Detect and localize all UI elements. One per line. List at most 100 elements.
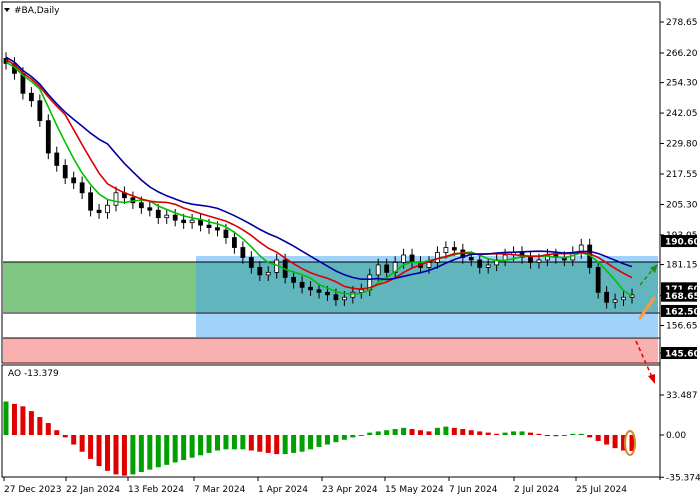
- ao-bar: [291, 435, 297, 453]
- ao-bar: [265, 435, 271, 453]
- candle-body: [232, 237, 237, 248]
- ao-bars: [3, 401, 635, 476]
- candle-body: [451, 247, 457, 251]
- ao-bar: [578, 433, 584, 435]
- candle-body: [308, 286, 313, 291]
- ao-bar: [570, 433, 576, 435]
- ao-bar: [418, 430, 424, 435]
- ao-bar: [384, 430, 390, 435]
- candle-body: [409, 254, 415, 263]
- ao-bar: [460, 429, 466, 435]
- ao-bar: [502, 432, 508, 435]
- price-tick-label: 229.80: [666, 140, 698, 150]
- chart-menu-arrow-icon[interactable]: [4, 8, 10, 12]
- ao-bar: [121, 435, 127, 476]
- price-tick-label: 254.30: [666, 79, 698, 89]
- ao-tick-label: -35.374: [666, 473, 700, 483]
- ao-bar: [231, 435, 237, 450]
- candle-body: [215, 227, 220, 231]
- ao-bar: [299, 435, 305, 452]
- ao-bar: [155, 435, 161, 468]
- ao-bar: [257, 435, 263, 452]
- candle-body: [206, 224, 212, 229]
- time-tick-label: 22 Jan 2024: [66, 485, 120, 495]
- time-tick-label: 15 May 2024: [385, 485, 444, 495]
- candle-body: [291, 276, 297, 283]
- candle-body: [28, 92, 34, 102]
- ao-bar: [451, 427, 457, 435]
- ao-bar: [130, 435, 136, 475]
- price-tag-label: 168.65: [665, 292, 700, 302]
- price-tick-label: 205.30: [666, 200, 698, 210]
- candle-body: [401, 254, 406, 263]
- ao-bar: [358, 435, 364, 436]
- price-tick-label: 242.05: [666, 109, 698, 119]
- ao-bar: [587, 435, 593, 438]
- ao-bar: [612, 435, 618, 449]
- price-chart[interactable]: 278.65 266.20 254.30 242.05 229.80 217.55 205.…: [0, 0, 700, 500]
- candle-body: [375, 264, 381, 276]
- time-tick-label: 2 Jul 2024: [514, 485, 559, 495]
- candle-body: [443, 247, 449, 253]
- ao-bar: [172, 435, 178, 463]
- ao-bar: [350, 435, 356, 438]
- ao-bar: [79, 435, 85, 452]
- ao-bar: [341, 435, 347, 440]
- ao-bar: [71, 435, 77, 445]
- ao-bar: [105, 435, 111, 471]
- ao-bar: [214, 435, 220, 451]
- ao-bar: [138, 435, 144, 473]
- ao-bar: [527, 432, 533, 435]
- ao-bar: [282, 435, 288, 455]
- candle-body: [341, 296, 347, 301]
- candle-body: [198, 219, 203, 226]
- price-tick-label: 181.15: [666, 261, 698, 271]
- candle-body: [138, 202, 144, 209]
- ao-bar: [164, 435, 170, 465]
- candle-body: [71, 177, 77, 184]
- ao-bar: [434, 427, 440, 435]
- candle-body: [248, 257, 254, 268]
- price-tick-label: 278.65: [666, 18, 698, 28]
- symbol-label: #BA,Daily: [14, 6, 60, 16]
- time-tick-label: 13 Feb 2024: [128, 485, 184, 495]
- candle-body: [62, 165, 68, 179]
- ao-bar: [54, 430, 60, 435]
- candle-body: [147, 207, 153, 211]
- candle-body: [79, 182, 85, 194]
- ao-bar: [426, 431, 432, 435]
- ao-bar: [28, 411, 34, 435]
- ao-bar: [392, 429, 398, 435]
- candle-body: [426, 262, 432, 268]
- sell-zone: [3, 338, 658, 363]
- price-tag-label: 162.50: [665, 307, 700, 317]
- ao-bar: [88, 435, 94, 459]
- ao-bar: [604, 435, 610, 445]
- time-tick-label: 27 Dec 2023: [4, 485, 62, 495]
- ao-bar: [198, 435, 204, 456]
- ao-bar: [511, 431, 517, 435]
- ma-mid-line: [5, 59, 633, 291]
- ao-bar: [468, 430, 474, 435]
- candle-body: [299, 281, 305, 288]
- ao-bar: [544, 435, 550, 436]
- ao-bar: [519, 431, 525, 435]
- candle-body: [96, 209, 102, 214]
- candle-body: [384, 264, 390, 273]
- candle-body: [113, 192, 119, 206]
- candle-body: [604, 291, 610, 303]
- ao-bar: [409, 429, 415, 435]
- candle-body: [325, 291, 330, 296]
- candle-body: [358, 289, 364, 293]
- ao-bar: [206, 435, 212, 453]
- candle-body: [164, 214, 170, 219]
- ao-bar: [333, 435, 339, 443]
- time-axis: 27 Dec 2023 22 Jan 2024 13 Feb 2024 7 Mar 2…: [3, 477, 627, 495]
- candle-body: [181, 219, 187, 224]
- ao-bar: [553, 435, 559, 437]
- ao-bar: [189, 435, 195, 458]
- price-tag-label: 190.60: [665, 238, 700, 248]
- time-tick-label: 7 Jun 2024: [449, 485, 498, 495]
- ao-bar: [561, 435, 567, 436]
- candle-body: [612, 299, 618, 303]
